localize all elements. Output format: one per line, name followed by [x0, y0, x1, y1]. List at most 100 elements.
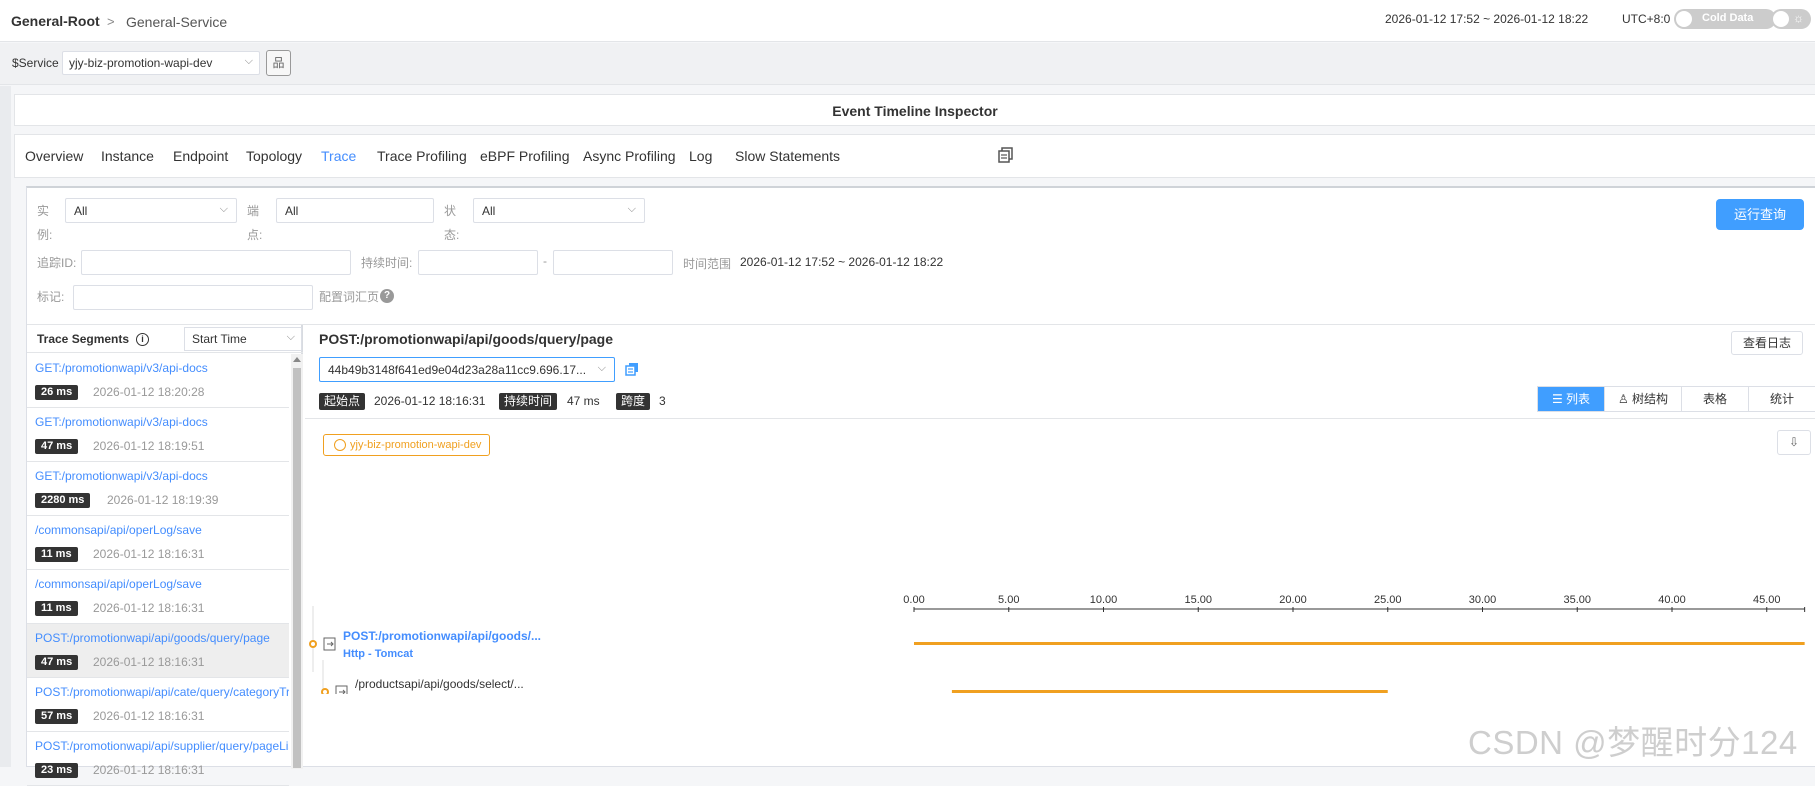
service-chip-label: yjy-biz-promotion-wapi-dev: [350, 439, 482, 451]
service-selector-row: $Service yjy-biz-promotion-wapi-dev ⌵ 品: [0, 43, 1815, 85]
duration-label: 持续时间:: [361, 256, 413, 270]
segment-duration-badge: 11 ms: [35, 547, 78, 562]
trace-detail-title: POST:/promotionwapi/api/goods/query/page: [319, 331, 614, 347]
hierarchy-icon: 品: [272, 56, 285, 70]
segment-item[interactable]: GET:/promotionwapi/v3/api-docs 26 ms 202…: [27, 354, 289, 408]
scroll-up-icon[interactable]: [293, 357, 301, 362]
span-bar: [951, 690, 1388, 693]
copy-icon[interactable]: [625, 362, 639, 376]
segment-time: 2026-01-12 18:16:31: [93, 763, 205, 777]
cold-data-label: Cold Data: [1702, 12, 1754, 24]
segment-item[interactable]: GET:/promotionwapi/v3/api-docs 2280 ms 2…: [27, 462, 289, 516]
segments-header: Trace Segments i Start Time ⌵: [27, 325, 303, 353]
view-table-button[interactable]: 表格: [1682, 387, 1749, 411]
span-name: /productsapi/api/goods/select/...: [355, 677, 524, 691]
scrollbar-thumb[interactable]: [293, 368, 301, 768]
topology-icon-button[interactable]: 品: [266, 50, 291, 76]
segment-item[interactable]: /commonsapi/api/operLog/save 11 ms 2026-…: [27, 516, 289, 570]
segment-name: /commonsapi/api/operLog/save: [35, 523, 202, 537]
span-bar: [914, 642, 1805, 645]
download-button[interactable]: ⇩: [1777, 430, 1811, 455]
top-bar: General-Root > General-Service 2026-01-1…: [0, 0, 1815, 42]
view-stats-button[interactable]: 统计: [1749, 387, 1815, 411]
axis-tick-label: 15.00: [1184, 594, 1212, 606]
tags-config-link[interactable]: 配置词汇页: [319, 288, 379, 305]
instance-select[interactable]: All ⌵: [65, 198, 237, 223]
segment-time: 2026-01-12 18:16:31: [93, 547, 205, 561]
axis-tick-label: 5.00: [998, 594, 1019, 606]
instance-label-2: 例:: [37, 228, 53, 242]
segment-item[interactable]: GET:/promotionwapi/v3/api-docs 47 ms 202…: [27, 408, 289, 462]
segment-duration-badge: 26 ms: [35, 385, 79, 400]
inspector-title: Event Timeline Inspector: [832, 103, 998, 119]
list-icon: ☰: [1551, 392, 1563, 406]
view-tree-button[interactable]: ♙ 树结构: [1605, 387, 1682, 411]
global-time-range[interactable]: 2026-01-12 17:52 ~ 2026-01-12 18:22: [1385, 12, 1588, 26]
status-select[interactable]: All ⌵: [473, 198, 645, 223]
view-log-button[interactable]: 查看日志: [1731, 331, 1803, 355]
duration-tag: 持续时间: [499, 393, 558, 410]
segment-duration-badge: 11 ms: [35, 601, 78, 616]
sun-icon: ☼: [1793, 11, 1804, 25]
inspector-title-bar: Event Timeline Inspector: [14, 94, 1815, 126]
breadcrumb-service[interactable]: General-Service: [126, 14, 227, 30]
tab-slow-statements[interactable]: Slow Statements: [735, 148, 840, 164]
duration-value: 47 ms: [567, 394, 600, 408]
tab-ebpf-profiling[interactable]: eBPF Profiling: [480, 148, 569, 164]
breadcrumb-root[interactable]: General-Root: [11, 13, 100, 29]
endpoint-label-2: 点:: [247, 228, 263, 242]
copy-tab-icon[interactable]: [998, 147, 1014, 163]
chevron-right-icon: >: [107, 14, 115, 29]
service-select[interactable]: yjy-biz-promotion-wapi-dev ⌵: [62, 51, 260, 75]
tags-input[interactable]: [73, 285, 313, 310]
info-icon[interactable]: i: [136, 333, 149, 346]
tab-trace-profiling[interactable]: Trace Profiling: [377, 148, 467, 164]
tags-label: 标记:: [37, 290, 65, 304]
tab-log[interactable]: Log: [689, 148, 712, 164]
duration-max-input[interactable]: [553, 250, 673, 275]
theme-toggle[interactable]: ☼: [1771, 9, 1811, 29]
tab-overview[interactable]: Overview: [25, 148, 83, 164]
trace-id-label: 追踪ID:: [37, 256, 77, 270]
help-icon[interactable]: ?: [380, 289, 394, 303]
view-table-label: 表格: [1702, 392, 1727, 406]
tab-async-profiling[interactable]: Async Profiling: [583, 148, 676, 164]
tab-topology[interactable]: Topology: [246, 148, 302, 164]
status-label-2: 态:: [444, 228, 460, 242]
chevron-down-icon: ⌵: [286, 331, 295, 343]
run-query-button[interactable]: 运行查询: [1716, 199, 1804, 230]
detail-divider: [305, 418, 1815, 419]
instance-label: 实: [37, 204, 50, 218]
segment-duration-badge: 47 ms: [35, 655, 79, 670]
service-ring-icon: [334, 439, 346, 451]
service-select-value: yjy-biz-promotion-wapi-dev: [69, 56, 213, 70]
duration-dash: -: [543, 254, 547, 268]
toggle-knob: [1676, 11, 1692, 27]
trace-id-select[interactable]: 44b49b3148f641ed9e04d23a28a11cc9.696.17.…: [319, 357, 615, 382]
view-list-label: 列表: [1566, 392, 1591, 406]
endpoint-input[interactable]: All: [276, 198, 434, 223]
tab-instance[interactable]: Instance: [101, 148, 154, 164]
duration-min-input[interactable]: [418, 250, 538, 275]
segment-item-selected[interactable]: POST:/promotionwapi/api/goods/query/page…: [27, 624, 289, 678]
segment-item[interactable]: POST:/promotionwapi/api/cate/query/categ…: [27, 678, 289, 732]
segment-duration-badge: 2280 ms: [35, 493, 91, 508]
segment-time: 2026-01-12 18:16:31: [93, 601, 205, 615]
segments-title: Trace Segments: [37, 332, 130, 346]
tab-endpoint[interactable]: Endpoint: [173, 148, 228, 164]
segment-item[interactable]: POST:/promotionwapi/api/supplier/query/p…: [27, 732, 289, 786]
segment-item[interactable]: /commonsapi/api/operLog/save 11 ms 2026-…: [27, 570, 289, 624]
arrow-icon: [339, 689, 346, 694]
segment-name: GET:/promotionwapi/v3/api-docs: [35, 415, 208, 429]
segments-scrollbar[interactable]: [291, 354, 303, 769]
view-list-button[interactable]: ☰ 列表: [1538, 387, 1605, 411]
sort-select[interactable]: Start Time ⌵: [184, 327, 302, 351]
tab-trace[interactable]: Trace: [321, 148, 356, 164]
segment-time: 2026-01-12 18:19:39: [107, 493, 219, 507]
cold-data-toggle[interactable]: Cold Data: [1674, 9, 1776, 29]
trace-id-input[interactable]: [81, 250, 351, 275]
service-chip[interactable]: yjy-biz-promotion-wapi-dev: [323, 434, 490, 456]
segment-name: POST:/promotionwapi/api/cate/query/categ…: [35, 685, 289, 699]
service-label: $Service: [12, 56, 59, 70]
axis-tick-label: 35.00: [1563, 594, 1591, 606]
